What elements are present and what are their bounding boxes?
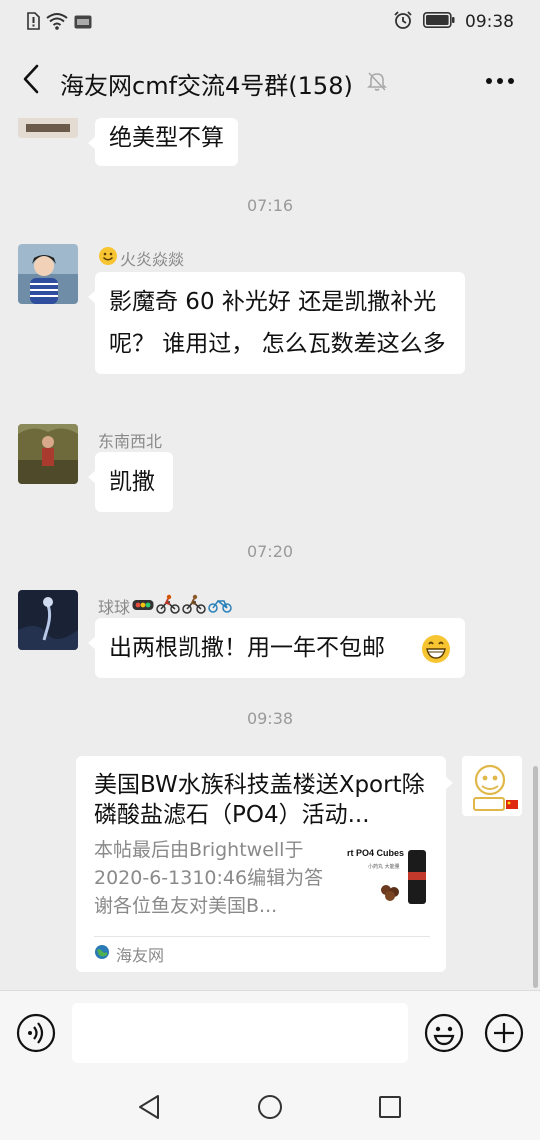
battery-icon <box>423 12 455 32</box>
emoji-icon[interactable] <box>424 1013 464 1057</box>
input-bar <box>0 990 540 1074</box>
wifi-icon <box>46 12 68 34</box>
status-left-icons <box>26 12 92 34</box>
sender-name: 球球 <box>98 594 232 618</box>
back-button[interactable] <box>14 62 48 100</box>
avatar[interactable] <box>18 590 78 650</box>
message-bubble[interactable]: 绝美型不算 <box>88 118 238 166</box>
message-bubble[interactable]: 出两根凯撒！用一年不包邮 <box>88 618 465 678</box>
voice-icon[interactable] <box>16 1013 56 1057</box>
message-text: 出两根凯撒！用一年不包邮 <box>109 635 385 661</box>
card-thumbnail: rt PO4 Cubes 小药丸 大能量 <box>346 844 430 910</box>
chat-header: 海友网cmf交流4号群(158) <box>0 44 540 118</box>
nav-home-icon[interactable] <box>257 1094 283 1124</box>
grin-emoji-icon <box>421 634 451 678</box>
status-bar: 09:38 <box>0 0 540 44</box>
message-list[interactable]: 绝美型不算 07:16 火炎焱燚 影魔奇 60 补光好 还是凯撒补光呢？ 谁用过… <box>0 118 540 990</box>
mute-bell-icon <box>366 70 388 96</box>
time-stamp: 07:20 <box>246 542 294 561</box>
nav-recent-icon[interactable] <box>378 1095 402 1123</box>
sender-label: 东南西北 <box>98 432 163 451</box>
smile-emoji-icon <box>98 246 118 270</box>
message-text: 影魔奇 60 补光好 还是凯撒补光呢？ 谁用过， 怎么瓦数差这么多 <box>109 289 446 357</box>
avatar[interactable] <box>18 424 78 484</box>
card-description: 本帖最后由Brightwell于2020-6-1310:46编辑为答谢各位鱼友对… <box>94 839 324 917</box>
link-card[interactable]: 美国BW水族科技盖楼送Xport除磷酸盐滤石（PO4）活动... 本帖最后由Br… <box>76 756 453 972</box>
sender-label: 火炎焱燚 <box>120 250 185 269</box>
avatar[interactable] <box>18 118 78 138</box>
sender-name: 火炎焱燚 <box>98 246 184 270</box>
more-button[interactable] <box>486 78 514 84</box>
avatar[interactable] <box>18 244 78 304</box>
status-right-icons: 09:38 <box>393 10 514 34</box>
card-source: 海友网 <box>94 942 164 966</box>
hd-icon <box>74 14 92 33</box>
message-text: 绝美型不算 <box>109 125 224 151</box>
cyclist-emoji-icon <box>182 594 206 618</box>
message-bubble[interactable]: 影魔奇 60 补光好 还是凯撒补光呢？ 谁用过， 怎么瓦数差这么多 <box>88 272 465 374</box>
globe-icon <box>94 944 110 964</box>
sender-label: 球球 <box>98 598 131 617</box>
sim-alert-icon <box>26 12 40 34</box>
navigation-bar <box>0 1074 540 1140</box>
back-arrow-icon <box>22 64 40 98</box>
card-divider <box>94 936 430 937</box>
time-stamp: 07:16 <box>246 196 294 215</box>
thumb-subtext: 小药丸 大能量 <box>368 863 400 870</box>
message-input[interactable] <box>72 1003 408 1063</box>
message-bubble[interactable]: 凯撒 <box>88 452 173 512</box>
bicycle-emoji-icon <box>208 594 232 618</box>
cyclist-emoji-icon <box>156 594 180 618</box>
scrollbar[interactable] <box>533 766 538 988</box>
card-title: 美国BW水族科技盖楼送Xport除磷酸盐滤石（PO4）活动... <box>94 772 425 828</box>
time-stamp: 09:38 <box>246 709 294 728</box>
message-text: 凯撒 <box>109 469 155 495</box>
plus-icon[interactable] <box>484 1013 524 1057</box>
traffic-light-emoji-icon <box>132 597 154 616</box>
chat-title: 海友网cmf交流4号群(158) <box>60 72 353 100</box>
alarm-icon <box>393 10 413 34</box>
nav-back-icon[interactable] <box>136 1094 162 1124</box>
source-label: 海友网 <box>116 946 165 965</box>
status-time: 09:38 <box>465 12 514 32</box>
more-dots-icon <box>486 78 514 84</box>
sender-name: 东南西北 <box>98 428 162 452</box>
thumb-text: rt PO4 Cubes <box>347 848 404 858</box>
avatar[interactable] <box>462 756 522 816</box>
